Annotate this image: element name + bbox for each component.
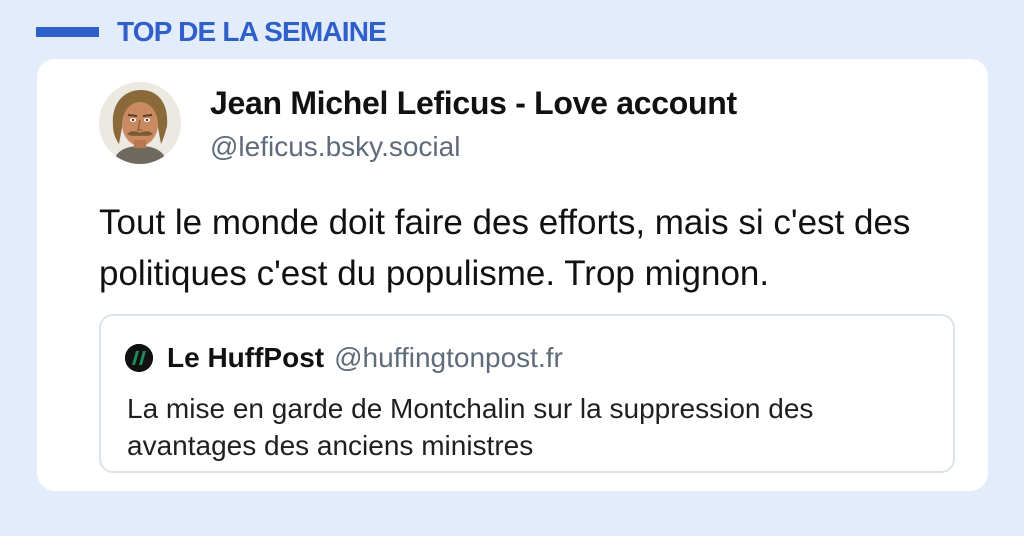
profile-photo-icon (99, 82, 181, 164)
author-handle[interactable]: @leficus.bsky.social (210, 131, 460, 163)
post-card[interactable]: Jean Michel Leficus - Love account @lefi… (37, 59, 988, 491)
section-title: TOP DE LA SEMAINE (117, 16, 387, 47)
section-header: TOP DE LA SEMAINE (36, 14, 387, 50)
quoted-author-handle[interactable]: @huffingtonpost.fr (334, 342, 563, 374)
quoted-post[interactable]: Le HuffPost @huffingtonpost.fr La mise e… (99, 314, 955, 473)
quoted-post-header: Le HuffPost @huffingtonpost.fr (125, 340, 563, 376)
avatar[interactable] (99, 82, 181, 164)
section-accent-bar (36, 27, 99, 37)
page: TOP DE LA SEMAINE Jean Michel Leficus - … (0, 0, 1024, 536)
quoted-post-text: La mise en garde de Montchalin sur la su… (127, 393, 814, 461)
huffpost-logo-icon (125, 344, 153, 372)
post-text: Tout le monde doit faire des efforts, ma… (99, 203, 911, 293)
quoted-author-name[interactable]: Le HuffPost (167, 342, 324, 374)
author-name[interactable]: Jean Michel Leficus - Love account (210, 85, 737, 122)
